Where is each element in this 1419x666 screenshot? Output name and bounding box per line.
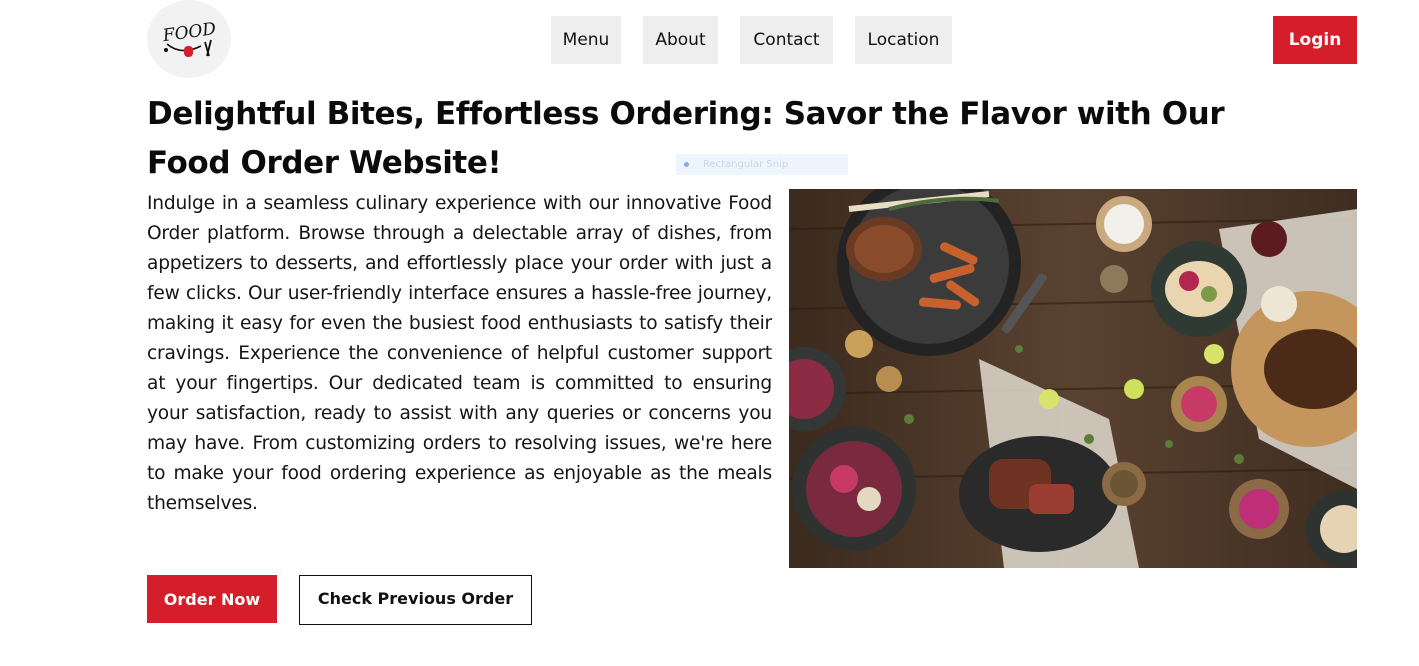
- hero-description: Indulge in a seamless culinary experienc…: [147, 193, 772, 514]
- page: FOOD Menu About Contact Location Login D…: [0, 0, 1419, 666]
- hero-food-image: [789, 189, 1357, 568]
- check-previous-order-button[interactable]: Check Previous Order: [299, 575, 532, 625]
- nav-about[interactable]: About: [643, 16, 718, 64]
- nav-contact[interactable]: Contact: [740, 16, 833, 64]
- food-spread-illustration: [789, 189, 1357, 568]
- nav-menu[interactable]: Menu: [551, 16, 621, 64]
- login-button[interactable]: Login: [1273, 16, 1357, 64]
- order-now-button[interactable]: Order Now: [147, 575, 277, 623]
- snip-label: Rectangular Snip: [703, 159, 789, 170]
- snip-dot-icon: [684, 162, 689, 167]
- food-logo-icon: FOOD: [161, 19, 218, 57]
- nav-location[interactable]: Location: [855, 16, 952, 64]
- brand-logo[interactable]: FOOD: [147, 0, 231, 78]
- snip-overlay: Rectangular Snip: [676, 154, 848, 175]
- logo-text: FOOD: [161, 19, 218, 46]
